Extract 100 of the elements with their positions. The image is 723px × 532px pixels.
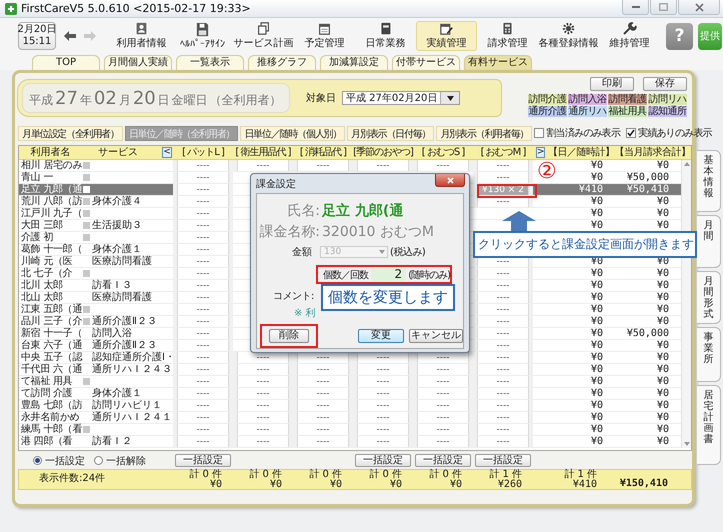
- table-cell[interactable]: ----: [233, 388, 293, 400]
- table-cell[interactable]: ----: [473, 400, 533, 412]
- table-cell[interactable]: ----: [413, 352, 473, 364]
- table-cell[interactable]: ----: [473, 436, 533, 448]
- view-mode-button[interactable]: 月別表示（利用者毎）: [436, 126, 532, 140]
- table-cell[interactable]: ----: [293, 400, 353, 412]
- user-name-cell[interactable]: 品川 三子（介: [19, 316, 82, 328]
- table-cell[interactable]: ----: [473, 376, 533, 388]
- table-cell[interactable]: ----: [293, 424, 353, 436]
- table-cell[interactable]: ----: [233, 376, 293, 388]
- table-cell[interactable]: ----: [353, 352, 413, 364]
- table-cell[interactable]: ----: [353, 412, 413, 424]
- user-name-cell[interactable]: て福祉 用具: [19, 376, 82, 388]
- user-name-cell[interactable]: 台東 六子（通: [19, 340, 82, 352]
- user-name-cell[interactable]: 相川 居宅のみ: [19, 160, 82, 172]
- table-cell[interactable]: ----: [413, 364, 473, 376]
- table-cell[interactable]: ----: [233, 160, 293, 172]
- table-cell[interactable]: ----: [473, 280, 533, 292]
- table-cell[interactable]: ----: [473, 388, 533, 400]
- table-cell[interactable]: ----: [353, 388, 413, 400]
- table-cell[interactable]: ----: [413, 376, 473, 388]
- tab[interactable]: 一覧表示: [176, 55, 244, 70]
- radio-button[interactable]: [94, 456, 103, 465]
- user-name-cell[interactable]: 川崎 元（医: [19, 256, 82, 268]
- user-name-cell[interactable]: 中央 五子（認: [19, 352, 82, 364]
- table-cell[interactable]: ----: [473, 172, 533, 184]
- table-cell[interactable]: ----: [353, 436, 413, 448]
- table-cell[interactable]: ----: [173, 412, 233, 424]
- dialog-button[interactable]: 変更: [358, 329, 404, 343]
- table-cell[interactable]: ----: [233, 412, 293, 424]
- table-cell[interactable]: ----: [413, 388, 473, 400]
- tab[interactable]: 推移グラフ: [248, 55, 316, 70]
- table-cell[interactable]: ----: [473, 364, 533, 376]
- table-cell[interactable]: ----: [173, 172, 233, 184]
- table-cell[interactable]: ----: [173, 244, 233, 256]
- table-cell[interactable]: ----: [173, 424, 233, 436]
- table-cell[interactable]: ----: [473, 316, 533, 328]
- table-cell[interactable]: ----: [173, 280, 233, 292]
- table-cell[interactable]: ----: [173, 436, 233, 448]
- user-name-cell[interactable]: 北 七子（介: [19, 268, 82, 280]
- tab[interactable]: 有料サービス: [464, 55, 532, 70]
- table-cell[interactable]: ----: [233, 352, 293, 364]
- table-cell[interactable]: ----: [353, 364, 413, 376]
- user-name-cell[interactable]: 新宿 十一子（: [19, 328, 82, 340]
- target-date-dropdown[interactable]: 平成 27年02月20日: [342, 91, 460, 105]
- table-cell[interactable]: ----: [473, 328, 533, 340]
- toolbar-button[interactable]: 実績管理: [416, 21, 477, 51]
- checkbox[interactable]: [626, 128, 636, 138]
- tab[interactable]: 加減算設定: [320, 55, 388, 70]
- table-cell[interactable]: ----: [353, 376, 413, 388]
- table-cell[interactable]: ----: [173, 304, 233, 316]
- user-name-cell[interactable]: 北山 太郎: [19, 292, 82, 304]
- table-cell[interactable]: ----: [173, 232, 233, 244]
- table-cell[interactable]: ----: [293, 160, 353, 172]
- toolbar-button[interactable]: 利用者情報: [111, 21, 172, 51]
- toolbar-button[interactable]: 予定管理: [294, 21, 355, 51]
- bulk-set-button[interactable]: 一括設定: [175, 454, 231, 467]
- table-cell[interactable]: ----: [173, 364, 233, 376]
- bulk-set-button[interactable]: 一括設定: [475, 454, 531, 467]
- table-cell[interactable]: ----: [353, 424, 413, 436]
- minimize-button[interactable]: [622, 0, 649, 15]
- table-cell[interactable]: ----: [293, 436, 353, 448]
- view-mode-button[interactable]: 月単位設定（全利用者）: [18, 126, 123, 140]
- bulk-set-button[interactable]: 一括設定: [355, 454, 411, 467]
- toolbar-button[interactable]: 日常業務: [355, 21, 416, 51]
- table-cell[interactable]: ----: [233, 424, 293, 436]
- checkbox[interactable]: [534, 128, 544, 138]
- table-cell[interactable]: ----: [473, 412, 533, 424]
- action-button[interactable]: 印刷: [590, 77, 634, 91]
- table-cell[interactable]: ----: [173, 220, 233, 232]
- table-cell[interactable]: ----: [473, 304, 533, 316]
- user-name-cell[interactable]: 大田 三郎: [19, 220, 82, 232]
- table-cell[interactable]: ----: [473, 160, 533, 172]
- tab[interactable]: TOP: [32, 55, 100, 70]
- table-cell[interactable]: ----: [413, 412, 473, 424]
- table-cell[interactable]: ----: [173, 328, 233, 340]
- table-cell[interactable]: ----: [413, 424, 473, 436]
- view-mode-button[interactable]: 月別表示（日付毎）: [347, 126, 434, 140]
- toolbar-button[interactable]: 各種登録情報: [538, 21, 599, 51]
- view-mode-button[interactable]: 日単位／随時（個人別）: [240, 126, 346, 140]
- user-name-cell[interactable]: 葛飾 十一郎（: [19, 244, 82, 256]
- table-cell[interactable]: ----: [293, 376, 353, 388]
- back-arrow-icon[interactable]: [63, 30, 77, 42]
- user-name-cell[interactable]: 荒川 八郎（訪: [19, 196, 82, 208]
- table-cell[interactable]: ----: [173, 388, 233, 400]
- scroll-right-button[interactable]: >: [536, 147, 546, 158]
- user-name-cell[interactable]: 千代田 六（通: [19, 364, 82, 376]
- table-cell[interactable]: ----: [473, 424, 533, 436]
- user-name-cell[interactable]: 豊島 七郎（訪: [19, 400, 82, 412]
- user-name-cell[interactable]: て訪問 介護: [19, 388, 82, 400]
- table-cell[interactable]: ----: [293, 352, 353, 364]
- action-button[interactable]: 保存: [643, 77, 687, 91]
- table-cell[interactable]: ----: [473, 340, 533, 352]
- table-cell[interactable]: ----: [473, 268, 533, 280]
- table-cell[interactable]: ----: [173, 400, 233, 412]
- close-button[interactable]: [435, 174, 465, 187]
- table-cell[interactable]: ----: [413, 400, 473, 412]
- dialog-button[interactable]: 削除: [269, 329, 309, 343]
- table-cell[interactable]: ----: [173, 376, 233, 388]
- table-cell[interactable]: ----: [473, 292, 533, 304]
